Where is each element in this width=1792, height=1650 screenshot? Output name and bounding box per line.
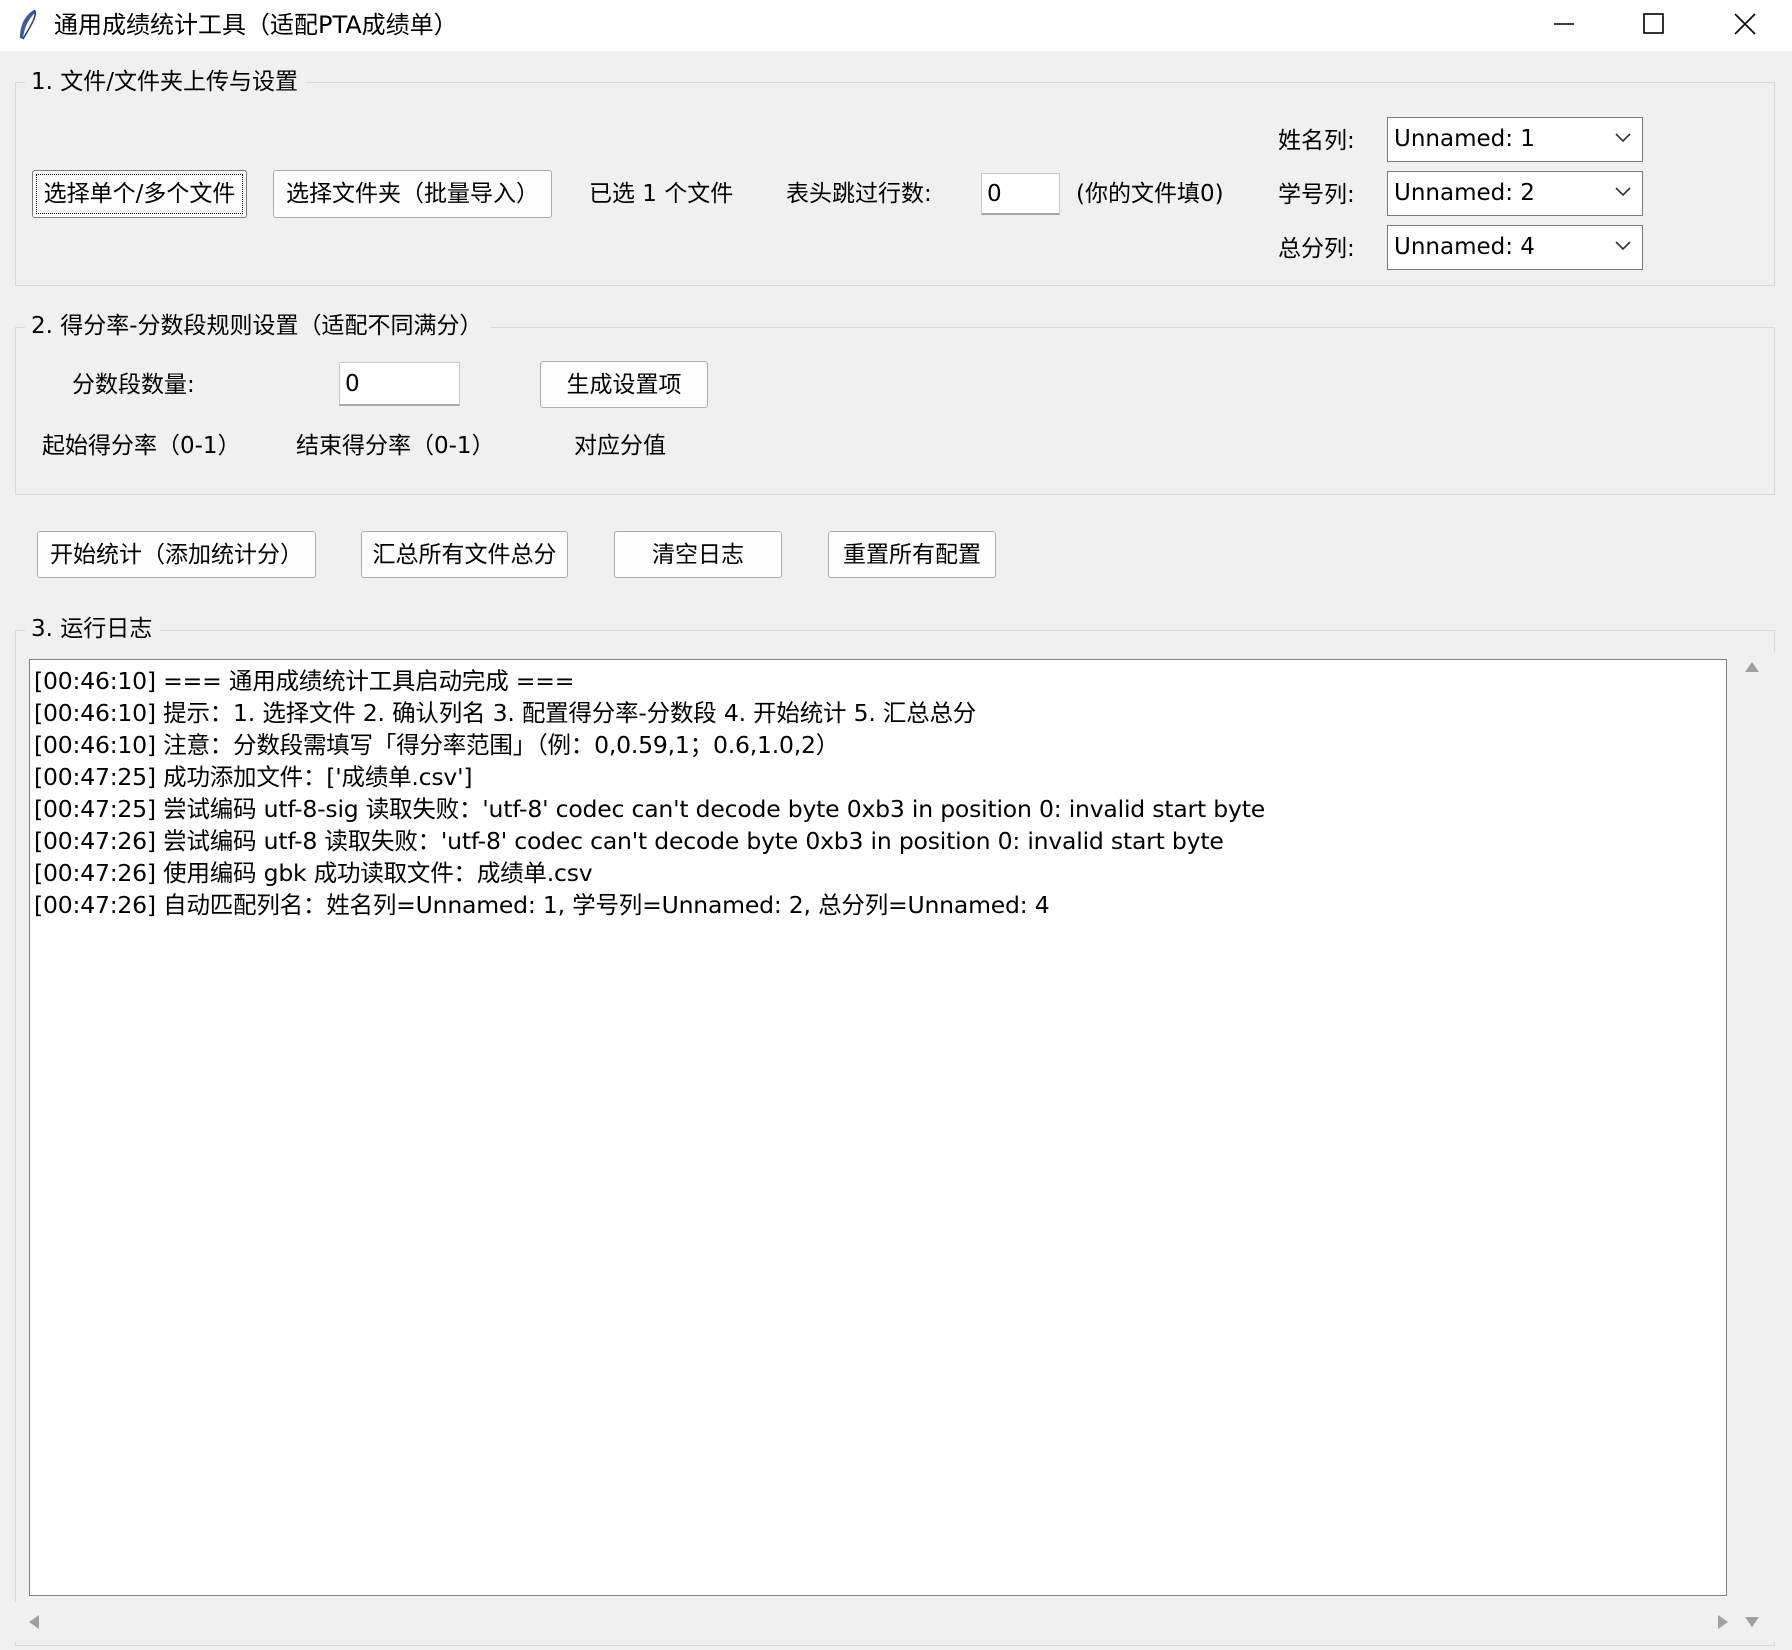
log-line: [00:46:10] 注意：分数段需填写「得分率范围」（例：0,0.59,1；0… [34,731,840,759]
total-column-label: 总分列: [1278,236,1355,262]
skip-rows-hint: (你的文件填0) [1076,181,1224,207]
name-column-select[interactable]: Unnamed: 1 [1387,117,1643,162]
start-statistics-button[interactable]: 开始统计（添加统计分） [37,531,316,578]
score-rules-label: 2. 得分率-分数段规则设置（适配不同满分） [25,311,491,341]
reset-config-button[interactable]: 重置所有配置 [828,531,996,578]
scroll-left-icon[interactable] [27,1614,41,1630]
maximize-icon [1643,13,1664,34]
minimize-button[interactable] [1519,0,1609,48]
close-button[interactable] [1700,0,1790,48]
log-line: [00:47:26] 使用编码 gbk 成功读取文件：成绩单.csv [34,859,593,887]
minimize-icon [1554,23,1574,25]
selected-file-count: 已选 1 个文件 [589,181,734,207]
total-column-select[interactable]: Unnamed: 4 [1387,225,1643,270]
chevron-down-icon [1615,187,1631,197]
log-vertical-scrollbar[interactable] [1727,652,1777,1642]
score-value-header: 对应分值 [574,433,666,459]
clear-log-button[interactable]: 清空日志 [614,531,782,578]
start-rate-header: 起始得分率（0-1） [42,433,241,459]
end-rate-header: 结束得分率（0-1） [296,433,495,459]
select-folder-button[interactable]: 选择文件夹（批量导入） [273,170,552,218]
title-bar: 通用成绩统计工具（适配PTA成绩单） [0,0,1792,51]
skip-rows-input[interactable] [981,173,1060,215]
chevron-down-icon [1615,133,1631,143]
summarize-totals-button[interactable]: 汇总所有文件总分 [361,531,568,578]
scroll-right-icon[interactable] [1716,1614,1730,1630]
name-column-value: Unnamed: 1 [1394,126,1535,152]
scroll-down-icon[interactable] [1744,1615,1760,1629]
log-line: [00:47:26] 尝试编码 utf-8 读取失败：'utf-8' codec… [34,827,1224,855]
total-column-value: Unnamed: 4 [1394,234,1535,260]
file-settings-label: 1. 文件/文件夹上传与设置 [25,67,307,97]
log-line: [00:47:25] 成功添加文件：['成绩单.csv'] [34,763,473,791]
feather-icon [14,8,44,42]
scroll-up-icon[interactable] [1744,660,1760,674]
segment-count-label: 分数段数量: [72,372,195,398]
skip-rows-label: 表头跳过行数: [786,181,932,207]
score-rules-frame [15,327,1775,495]
log-textarea[interactable]: [00:46:10] === 通用成绩统计工具启动完成 === [00:46:1… [29,659,1727,1596]
name-column-label: 姓名列: [1278,128,1355,154]
segment-count-input[interactable] [339,362,460,406]
maximize-button[interactable] [1609,0,1699,48]
log-line: [00:46:10] === 通用成绩统计工具启动完成 === [34,667,575,695]
generate-settings-button[interactable]: 生成设置项 [540,361,708,408]
log-label: 3. 运行日志 [25,614,161,644]
window-title: 通用成绩统计工具（适配PTA成绩单） [54,11,458,39]
id-column-label: 学号列: [1278,182,1355,208]
id-column-value: Unnamed: 2 [1394,180,1535,206]
log-horizontal-scrollbar[interactable] [14,1602,1730,1642]
log-line: [00:47:25] 尝试编码 utf-8-sig 读取失败：'utf-8' c… [34,795,1265,823]
log-line: [00:46:10] 提示：1. 选择文件 2. 确认列名 3. 配置得分率-分… [34,699,977,727]
close-icon [1734,13,1756,35]
id-column-select[interactable]: Unnamed: 2 [1387,171,1643,216]
select-files-button[interactable]: 选择单个/多个文件 [32,170,247,218]
log-line: [00:47:26] 自动匹配列名：姓名列=Unnamed: 1, 学号列=Un… [34,891,1050,919]
chevron-down-icon [1615,241,1631,251]
